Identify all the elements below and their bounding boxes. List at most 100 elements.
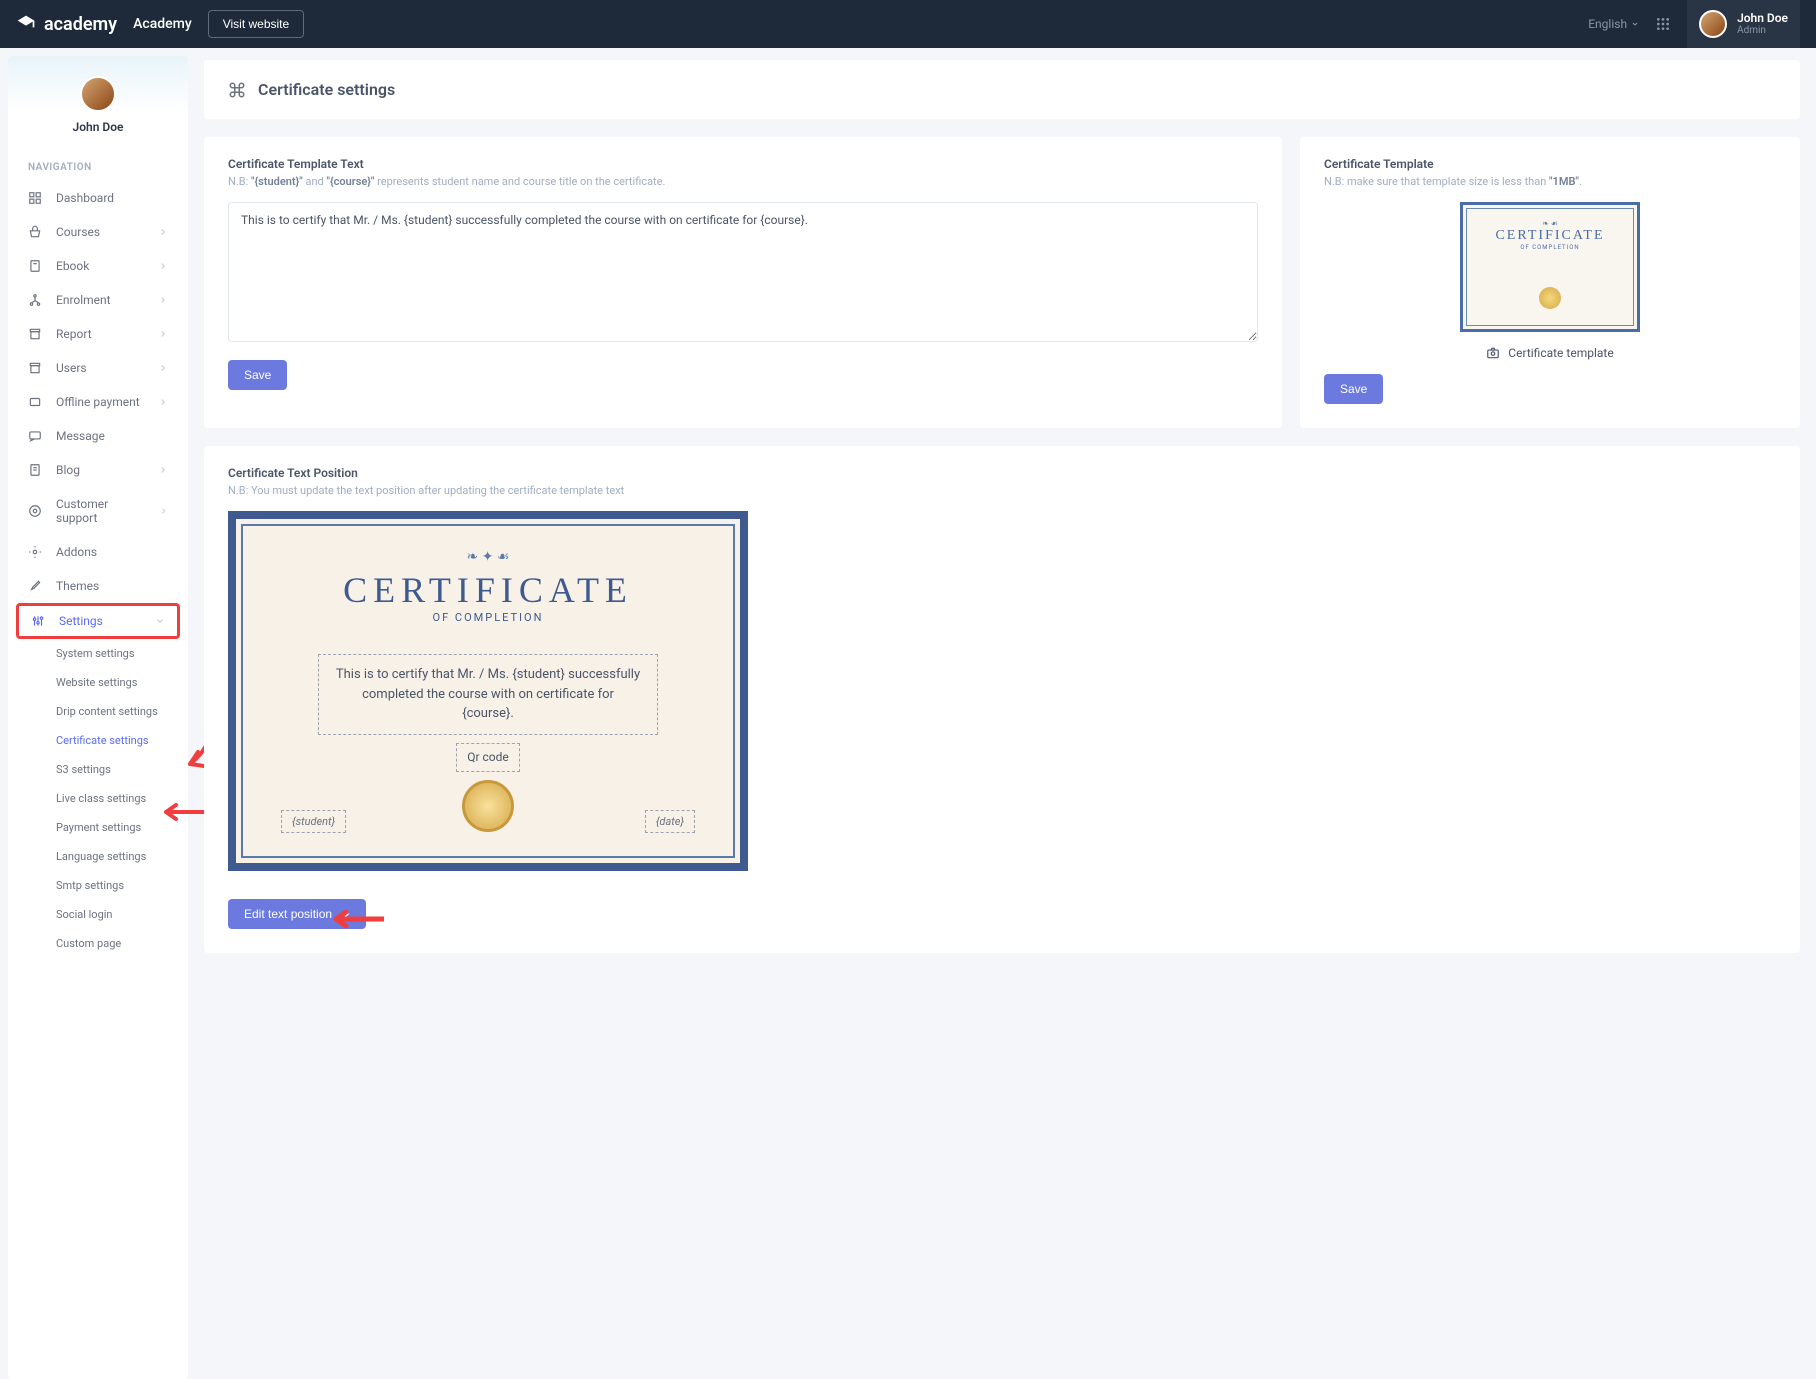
certificate-preview-large: ❧ ✦ ☙ CERTIFICATE OF COMPLETION This is … <box>228 511 748 871</box>
nav-label: Offline payment <box>56 395 140 409</box>
nav-label: Ebook <box>56 259 89 273</box>
puzzle-icon <box>28 545 42 559</box>
chevron-down-icon <box>155 616 165 626</box>
button-label: Edit text position <box>244 907 332 921</box>
nav-item-customer-support[interactable]: Customer support <box>8 487 188 535</box>
cert-small-sub: OF COMPLETION <box>1520 244 1579 251</box>
avatar <box>1699 10 1727 38</box>
upload-template-button[interactable]: Certificate template <box>1324 346 1776 360</box>
certificate-thumbnail: ❧ ☙ CERTIFICATE OF COMPLETION <box>1460 202 1640 332</box>
subnav-payment-settings[interactable]: Payment settings <box>56 813 188 842</box>
nav-item-message[interactable]: Message <box>8 419 188 453</box>
archive-icon <box>28 327 42 341</box>
edit-text-position-button[interactable]: Edit text position <box>228 899 366 929</box>
nav-item-report[interactable]: Report <box>8 317 188 351</box>
card-note: N.B: "{student}" and "{course}" represen… <box>228 175 1258 188</box>
cert-qr-box[interactable]: Qr code <box>456 743 520 773</box>
card-title: Certificate Template <box>1324 157 1776 171</box>
subnav-custom-page[interactable]: Custom page <box>56 929 188 958</box>
book-icon <box>28 259 42 273</box>
apps-grid-icon[interactable] <box>1655 16 1671 32</box>
date-placeholder-box[interactable]: {date} <box>645 810 695 833</box>
card-note: N.B: make sure that template size is les… <box>1324 175 1776 188</box>
subnav-s3-settings[interactable]: S3 settings <box>56 755 188 784</box>
nav-item-offline-payment[interactable]: Offline payment <box>8 385 188 419</box>
nav-item-enrolment[interactable]: Enrolment <box>8 283 188 317</box>
cert-large-title: CERTIFICATE <box>343 569 633 611</box>
chevron-down-icon <box>1631 20 1639 28</box>
certificate-text-textarea[interactable] <box>228 202 1258 342</box>
ornament-icon: ❧ ✦ ☙ <box>467 549 510 565</box>
nav-label: Report <box>56 327 92 341</box>
cert-bottom-row: {student} {date} <box>281 810 695 833</box>
chevron-right-icon <box>158 261 168 271</box>
logo-icon <box>16 14 36 34</box>
basket-icon <box>28 225 42 239</box>
chevron-right-icon <box>158 295 168 305</box>
sidebar-username: John Doe <box>8 120 188 134</box>
user-menu[interactable]: John Doe Admin <box>1687 0 1800 48</box>
chevron-right-icon <box>158 363 168 373</box>
language-selector[interactable]: English <box>1588 17 1639 31</box>
nav-item-addons[interactable]: Addons <box>8 535 188 569</box>
arrow-right-icon <box>338 908 350 920</box>
save-text-button[interactable]: Save <box>228 360 287 390</box>
grid-icon <box>28 191 42 205</box>
certificate-text-card: Certificate Template Text N.B: "{student… <box>204 137 1282 428</box>
seal-icon <box>1539 287 1561 309</box>
subnav-website-settings[interactable]: Website settings <box>56 668 188 697</box>
subnav-smtp-settings[interactable]: Smtp settings <box>56 871 188 900</box>
nav-item-blog[interactable]: Blog <box>8 453 188 487</box>
sliders-icon <box>31 614 45 628</box>
sidebar-avatar <box>80 76 116 112</box>
save-template-button[interactable]: Save <box>1324 374 1383 404</box>
certificate-position-card: Certificate Text Position N.B: You must … <box>204 446 1800 953</box>
support-icon <box>28 504 42 518</box>
archive-icon <box>28 361 42 375</box>
logo-text: academy <box>44 14 117 35</box>
card-note: N.B: You must update the text position a… <box>228 484 1776 497</box>
chevron-right-icon <box>158 227 168 237</box>
card-title: Certificate Template Text <box>228 157 1258 171</box>
wallet-icon <box>28 395 42 409</box>
nav-label: Message <box>56 429 105 443</box>
command-icon <box>228 81 246 99</box>
sidebar-header: John Doe <box>8 56 188 150</box>
page-title: Certificate settings <box>258 80 395 99</box>
subnav-system-settings[interactable]: System settings <box>56 639 188 668</box>
sidebar: John Doe NAVIGATION Dashboard Courses Eb… <box>8 56 188 1379</box>
brush-icon <box>28 579 42 593</box>
subnav-certificate-settings[interactable]: Certificate settings <box>56 726 188 755</box>
nav-label: Customer support <box>56 497 145 525</box>
topbar-left: academy Academy Visit website <box>16 10 304 38</box>
network-icon <box>28 293 42 307</box>
chevron-right-icon <box>158 397 168 407</box>
certificate-template-card: Certificate Template N.B: make sure that… <box>1300 137 1800 428</box>
subnav-drip-content-settings[interactable]: Drip content settings <box>56 697 188 726</box>
main-content: Certificate settings Certificate Templat… <box>188 48 1816 1379</box>
visit-website-button[interactable]: Visit website <box>208 10 304 38</box>
nav-item-users[interactable]: Users <box>8 351 188 385</box>
nav-item-ebook[interactable]: Ebook <box>8 249 188 283</box>
nav-item-courses[interactable]: Courses <box>8 215 188 249</box>
logo[interactable]: academy <box>16 14 117 35</box>
user-role: Admin <box>1737 25 1788 37</box>
chevron-right-icon <box>158 329 168 339</box>
nav-item-dashboard[interactable]: Dashboard <box>8 181 188 215</box>
subnav-language-settings[interactable]: Language settings <box>56 842 188 871</box>
subnav-live-class-settings[interactable]: Live class settings <box>56 784 188 813</box>
nav-label: Dashboard <box>56 191 114 205</box>
user-name: John Doe <box>1737 11 1788 25</box>
nav-section-title: NAVIGATION <box>8 150 188 181</box>
user-info: John Doe Admin <box>1737 11 1788 37</box>
nav-label: Courses <box>56 225 100 239</box>
nav-label: Themes <box>56 579 99 593</box>
student-placeholder-box[interactable]: {student} <box>281 810 346 833</box>
nav-item-themes[interactable]: Themes <box>8 569 188 603</box>
nav-label: Addons <box>56 545 97 559</box>
nav-label: Blog <box>56 463 80 477</box>
language-label: English <box>1588 17 1627 31</box>
nav-item-settings[interactable]: Settings <box>16 603 180 639</box>
cert-body-text-box[interactable]: This is to certify that Mr. / Ms. {stude… <box>318 654 658 735</box>
subnav-social-login[interactable]: Social login <box>56 900 188 929</box>
